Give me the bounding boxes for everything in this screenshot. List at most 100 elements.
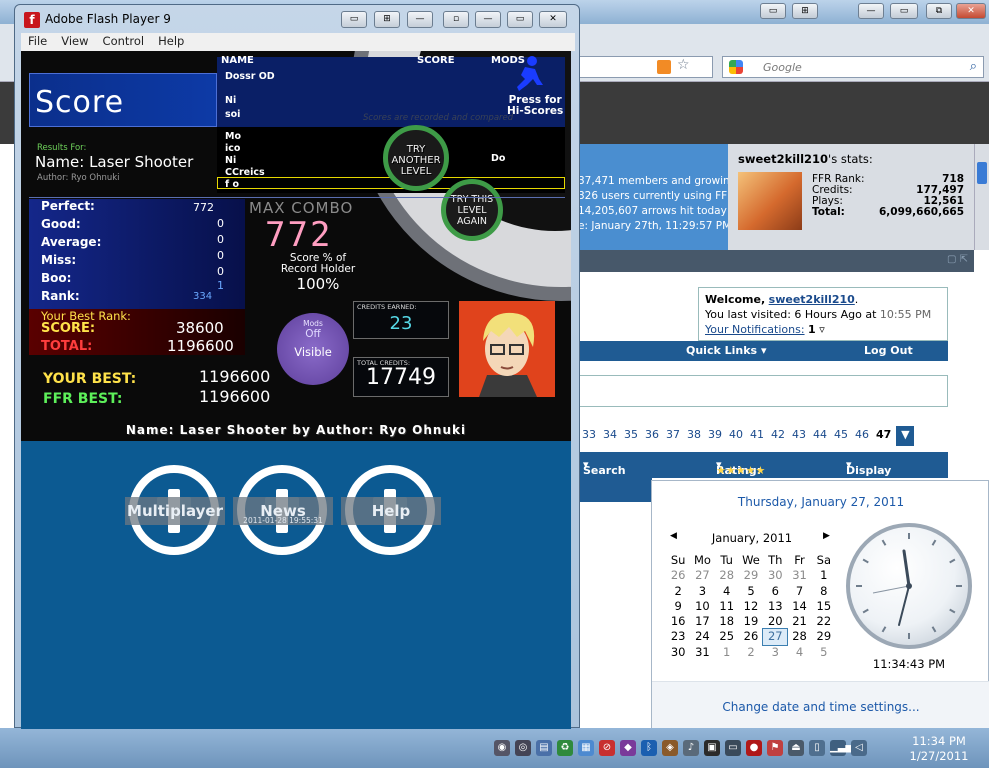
calendar-day[interactable]: 31: [787, 568, 811, 583]
browser-button-b[interactable]: ⊞: [792, 3, 818, 19]
stats-user[interactable]: sweet2kill210: [738, 152, 828, 166]
calendar-day[interactable]: 26: [666, 568, 690, 583]
usb-icon[interactable]: ⏏: [788, 740, 804, 756]
restore-alt-button[interactable]: ⧉: [926, 3, 952, 19]
page-link[interactable]: 45: [832, 426, 850, 446]
search-box[interactable]: Google ⌕: [722, 56, 984, 78]
antivirus-icon[interactable]: ●: [746, 740, 762, 756]
runner-icon[interactable]: [515, 55, 543, 95]
calendar-day[interactable]: 31: [690, 645, 714, 660]
page-link[interactable]: 43: [790, 426, 808, 446]
search-icon[interactable]: ⌕: [970, 59, 977, 74]
close-button[interactable]: ✕: [956, 3, 986, 19]
page-link[interactable]: 41: [748, 426, 766, 446]
browser-button-a[interactable]: ▭: [760, 3, 786, 19]
page-link[interactable]: 40: [727, 426, 745, 446]
calendar-day[interactable]: 25: [715, 629, 739, 644]
multiplayer-button[interactable]: Multiplayer: [125, 465, 225, 555]
security-icon[interactable]: ⊘: [599, 740, 615, 756]
calendar-day[interactable]: 22: [812, 614, 836, 629]
calendar-month[interactable]: January, 2011: [672, 531, 832, 545]
calendar-day[interactable]: 20: [763, 614, 787, 629]
expand-icon[interactable]: ▢ ⇱: [947, 254, 968, 265]
maximize-button[interactable]: ▭: [507, 11, 533, 28]
minimize-button[interactable]: —: [475, 11, 501, 28]
notifications-link[interactable]: Your Notifications:: [705, 323, 805, 336]
taskbar-clock[interactable]: 11:34 PM 1/27/2011: [900, 734, 978, 764]
menu-view[interactable]: View: [54, 33, 95, 51]
calendar-day[interactable]: 30: [763, 568, 787, 583]
calendar-day[interactable]: 15: [812, 599, 836, 614]
calendar-day[interactable]: 1: [715, 645, 739, 660]
calendar-day[interactable]: 19: [739, 614, 763, 629]
menu-help[interactable]: Help: [151, 33, 191, 51]
calendar-day[interactable]: 4: [787, 645, 811, 660]
menu-control[interactable]: Control: [96, 33, 152, 51]
calendar-day[interactable]: 28: [715, 568, 739, 583]
page-link[interactable]: 35: [622, 426, 640, 446]
window-button-b[interactable]: ⊞: [374, 11, 400, 28]
calendar-day[interactable]: 23: [666, 629, 690, 644]
calendar-day[interactable]: 1: [812, 568, 836, 583]
calendar-day[interactable]: 21: [787, 614, 811, 629]
calendar-day[interactable]: 17: [690, 614, 714, 629]
page-link[interactable]: 44: [811, 426, 829, 446]
calendar-day[interactable]: 5: [739, 584, 763, 599]
calendar-day[interactable]: 16: [666, 614, 690, 629]
calendar-day[interactable]: 13: [763, 599, 787, 614]
try-another-level-button[interactable]: TRY ANOTHER LEVEL: [383, 125, 449, 191]
menu-file[interactable]: File: [21, 33, 54, 51]
signal-icon[interactable]: ▁▃▅: [830, 740, 853, 756]
calendar-day[interactable]: 27: [690, 568, 714, 583]
media-icon[interactable]: ◉: [494, 740, 510, 756]
calendar-day[interactable]: 2: [739, 645, 763, 660]
page-link[interactable]: 36: [643, 426, 661, 446]
change-date-time-link[interactable]: Change date and time settings...: [652, 700, 989, 714]
calendar-day[interactable]: 4: [715, 584, 739, 599]
next-month-icon[interactable]: ▶: [823, 531, 830, 541]
action-center-flag-icon[interactable]: ⚑: [767, 740, 783, 756]
scrollbar-thumb[interactable]: [977, 162, 987, 184]
calendar-day[interactable]: 7: [787, 584, 811, 599]
calendar-day[interactable]: 26: [739, 629, 763, 644]
chevron-down-icon[interactable]: ▼: [896, 426, 915, 446]
app-icon[interactable]: ◈: [662, 740, 678, 756]
calendar-day[interactable]: 28: [787, 629, 811, 644]
calendar-day[interactable]: 10: [690, 599, 714, 614]
log-out-link[interactable]: Log Out: [864, 344, 913, 357]
star-icon[interactable]: ☆: [677, 57, 690, 73]
page-link[interactable]: 34: [601, 426, 619, 446]
rating-menu[interactable]: Rating: ★★★★★ ▾: [716, 458, 765, 477]
calendar-day[interactable]: 3: [763, 645, 787, 660]
bluetooth-icon[interactable]: ᛒ: [641, 740, 657, 756]
monitor-icon[interactable]: ▭: [725, 740, 741, 756]
search-thread-menu[interactable]: Search this Thread ▾: [583, 458, 627, 503]
rss-icon[interactable]: [657, 60, 671, 74]
news-button[interactable]: News 2011-01-28 19:55:31: [233, 465, 333, 555]
welcome-user-link[interactable]: sweet2kill210: [769, 293, 855, 306]
vertical-scrollbar[interactable]: [974, 144, 989, 250]
try-again-button[interactable]: TRY THIS LEVEL AGAIN: [441, 179, 503, 241]
page-link[interactable]: 37: [664, 426, 682, 446]
volume-icon[interactable]: ◁: [851, 740, 867, 756]
address-bar[interactable]: [578, 56, 713, 78]
calendar-day[interactable]: 12: [739, 599, 763, 614]
display-modes-menu[interactable]: Display Modes ▾: [846, 458, 891, 490]
page-link[interactable]: 38: [685, 426, 703, 446]
calendar-day[interactable]: 29: [812, 629, 836, 644]
calendar-day[interactable]: 18: [715, 614, 739, 629]
window-button-a[interactable]: ▭: [341, 11, 367, 28]
user-avatar[interactable]: [738, 172, 802, 230]
press-hiscores[interactable]: Press for Hi-Scores: [507, 95, 563, 117]
quick-links-menu[interactable]: Quick Links ▾: [686, 344, 766, 357]
power-icon[interactable]: ▯: [809, 740, 825, 756]
calendar-day[interactable]: 3: [690, 584, 714, 599]
chevron-down-icon[interactable]: ▿: [819, 323, 825, 336]
calendar-day[interactable]: 2: [666, 584, 690, 599]
calendar-today[interactable]: 27: [762, 628, 789, 646]
page-link[interactable]: 39: [706, 426, 724, 446]
camera-icon[interactable]: ◎: [515, 740, 531, 756]
window-button-c[interactable]: —: [407, 11, 433, 28]
page-link[interactable]: 33: [580, 426, 598, 446]
calendar-day[interactable]: 6: [763, 584, 787, 599]
